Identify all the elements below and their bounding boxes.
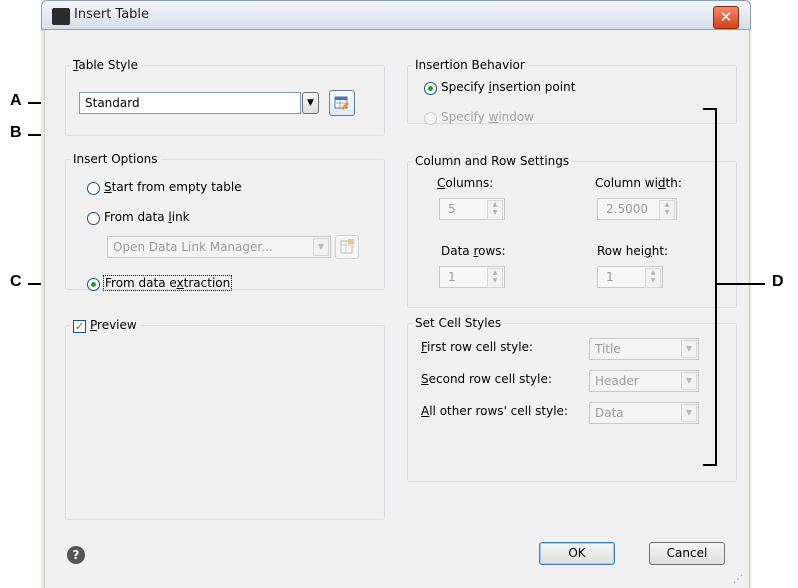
dialog-body: Table Style Standard ▼ Insert Options St… <box>44 30 750 588</box>
table-style-legend: Table Style <box>73 58 138 72</box>
radio-specify-window[interactable] <box>424 112 437 125</box>
help-icon[interactable]: ? <box>67 546 85 564</box>
data-rows-spinner[interactable]: 1 ▲ ▼ <box>439 266 505 288</box>
window-title: Insert Table <box>74 7 150 22</box>
columns-label: Columns: <box>437 176 494 190</box>
radio-from-data-extraction[interactable] <box>87 278 100 291</box>
app-icon <box>52 8 70 25</box>
column-width-spinner[interactable]: 2.5000 ▲ ▼ <box>597 198 677 220</box>
specify-insertion-point-label[interactable]: Specify insertion point <box>441 80 575 94</box>
other-rows-style-value: Data <box>595 406 624 420</box>
spinner-arrows-icon: ▲ ▼ <box>487 200 503 220</box>
other-rows-style-combo[interactable]: Data ▼ <box>589 402 699 424</box>
table-style-dialog-button[interactable] <box>329 90 355 116</box>
radio-specify-insertion-point[interactable] <box>424 82 437 95</box>
column-row-legend: Column and Row Settings <box>415 154 570 168</box>
radio-from-data-link[interactable] <box>87 212 100 225</box>
callout-a: A <box>10 92 22 109</box>
chevron-down-icon: ▼ <box>681 372 697 390</box>
spinner-arrows-icon: ▲ ▼ <box>487 268 503 288</box>
cell-styles-legend: Set Cell Styles <box>415 316 502 330</box>
chevron-down-icon: ▼ <box>681 340 697 358</box>
columns-spinner[interactable]: 5 ▲ ▼ <box>439 198 505 220</box>
ok-button[interactable]: OK <box>539 542 615 565</box>
callout-c: C <box>10 273 22 290</box>
table-style-combo[interactable]: Standard <box>79 92 301 114</box>
radio-start-empty[interactable] <box>87 182 100 195</box>
preview-checkbox[interactable]: ✓ <box>73 320 86 333</box>
first-row-style-label: First row cell style: <box>421 340 533 354</box>
callout-d-bracket-vertical <box>715 108 717 466</box>
data-link-combo[interactable]: Open Data Link Manager... ▼ <box>107 236 331 258</box>
data-link-combo-value: Open Data Link Manager... <box>113 240 273 254</box>
callout-d-line <box>715 283 765 285</box>
from-data-extraction-label[interactable]: From data extraction <box>103 275 233 291</box>
first-row-style-value: Title <box>595 342 621 356</box>
resize-grip-icon[interactable]: ⋰ <box>733 574 743 585</box>
insert-table-dialog: Insert Table ✕ Table Style Standard ▼ In… <box>41 0 751 588</box>
callout-d: D <box>772 273 784 290</box>
second-row-style-value: Header <box>595 374 639 388</box>
first-row-style-combo[interactable]: Title ▼ <box>589 338 699 360</box>
table-style-value: Standard <box>85 96 140 110</box>
second-row-style-combo[interactable]: Header ▼ <box>589 370 699 392</box>
cancel-button[interactable]: Cancel <box>649 542 725 565</box>
row-height-spinner[interactable]: 1 ▲ ▼ <box>597 266 663 288</box>
data-link-manager-button[interactable] <box>335 235 359 259</box>
data-rows-value: 1 <box>448 270 456 284</box>
insertion-behavior-legend: Insertion Behavior <box>415 58 525 72</box>
close-button[interactable]: ✕ <box>713 6 739 29</box>
table-style-dropdown-arrow[interactable]: ▼ <box>302 92 319 114</box>
spinner-arrows-icon: ▲ ▼ <box>645 268 661 288</box>
row-height-label: Row height: <box>597 244 669 258</box>
column-width-label: Column width: <box>595 176 682 190</box>
callout-b: B <box>10 124 22 141</box>
column-width-value: 2.5000 <box>606 202 648 216</box>
columns-value: 5 <box>448 202 456 216</box>
insert-options-legend: Insert Options <box>73 152 158 166</box>
callout-d-bracket-bottom <box>703 464 717 466</box>
data-rows-label: Data rows: <box>441 244 506 258</box>
table-style-edit-icon <box>334 96 349 110</box>
specify-window-label[interactable]: Specify window <box>441 110 534 124</box>
preview-group: Preview <box>65 318 385 520</box>
row-height-value: 1 <box>606 270 614 284</box>
chevron-down-icon: ▼ <box>313 238 329 256</box>
start-empty-label[interactable]: Start from empty table <box>104 180 242 194</box>
second-row-style-label: Second row cell style: <box>421 372 552 386</box>
other-rows-style-label: All other rows' cell style: <box>421 404 568 418</box>
data-link-icon <box>340 239 354 254</box>
title-bar[interactable]: Insert Table ✕ <box>41 0 751 30</box>
chevron-down-icon: ▼ <box>681 404 697 422</box>
from-data-link-label[interactable]: From data link <box>104 210 190 224</box>
spinner-arrows-icon: ▲ ▼ <box>659 200 675 220</box>
